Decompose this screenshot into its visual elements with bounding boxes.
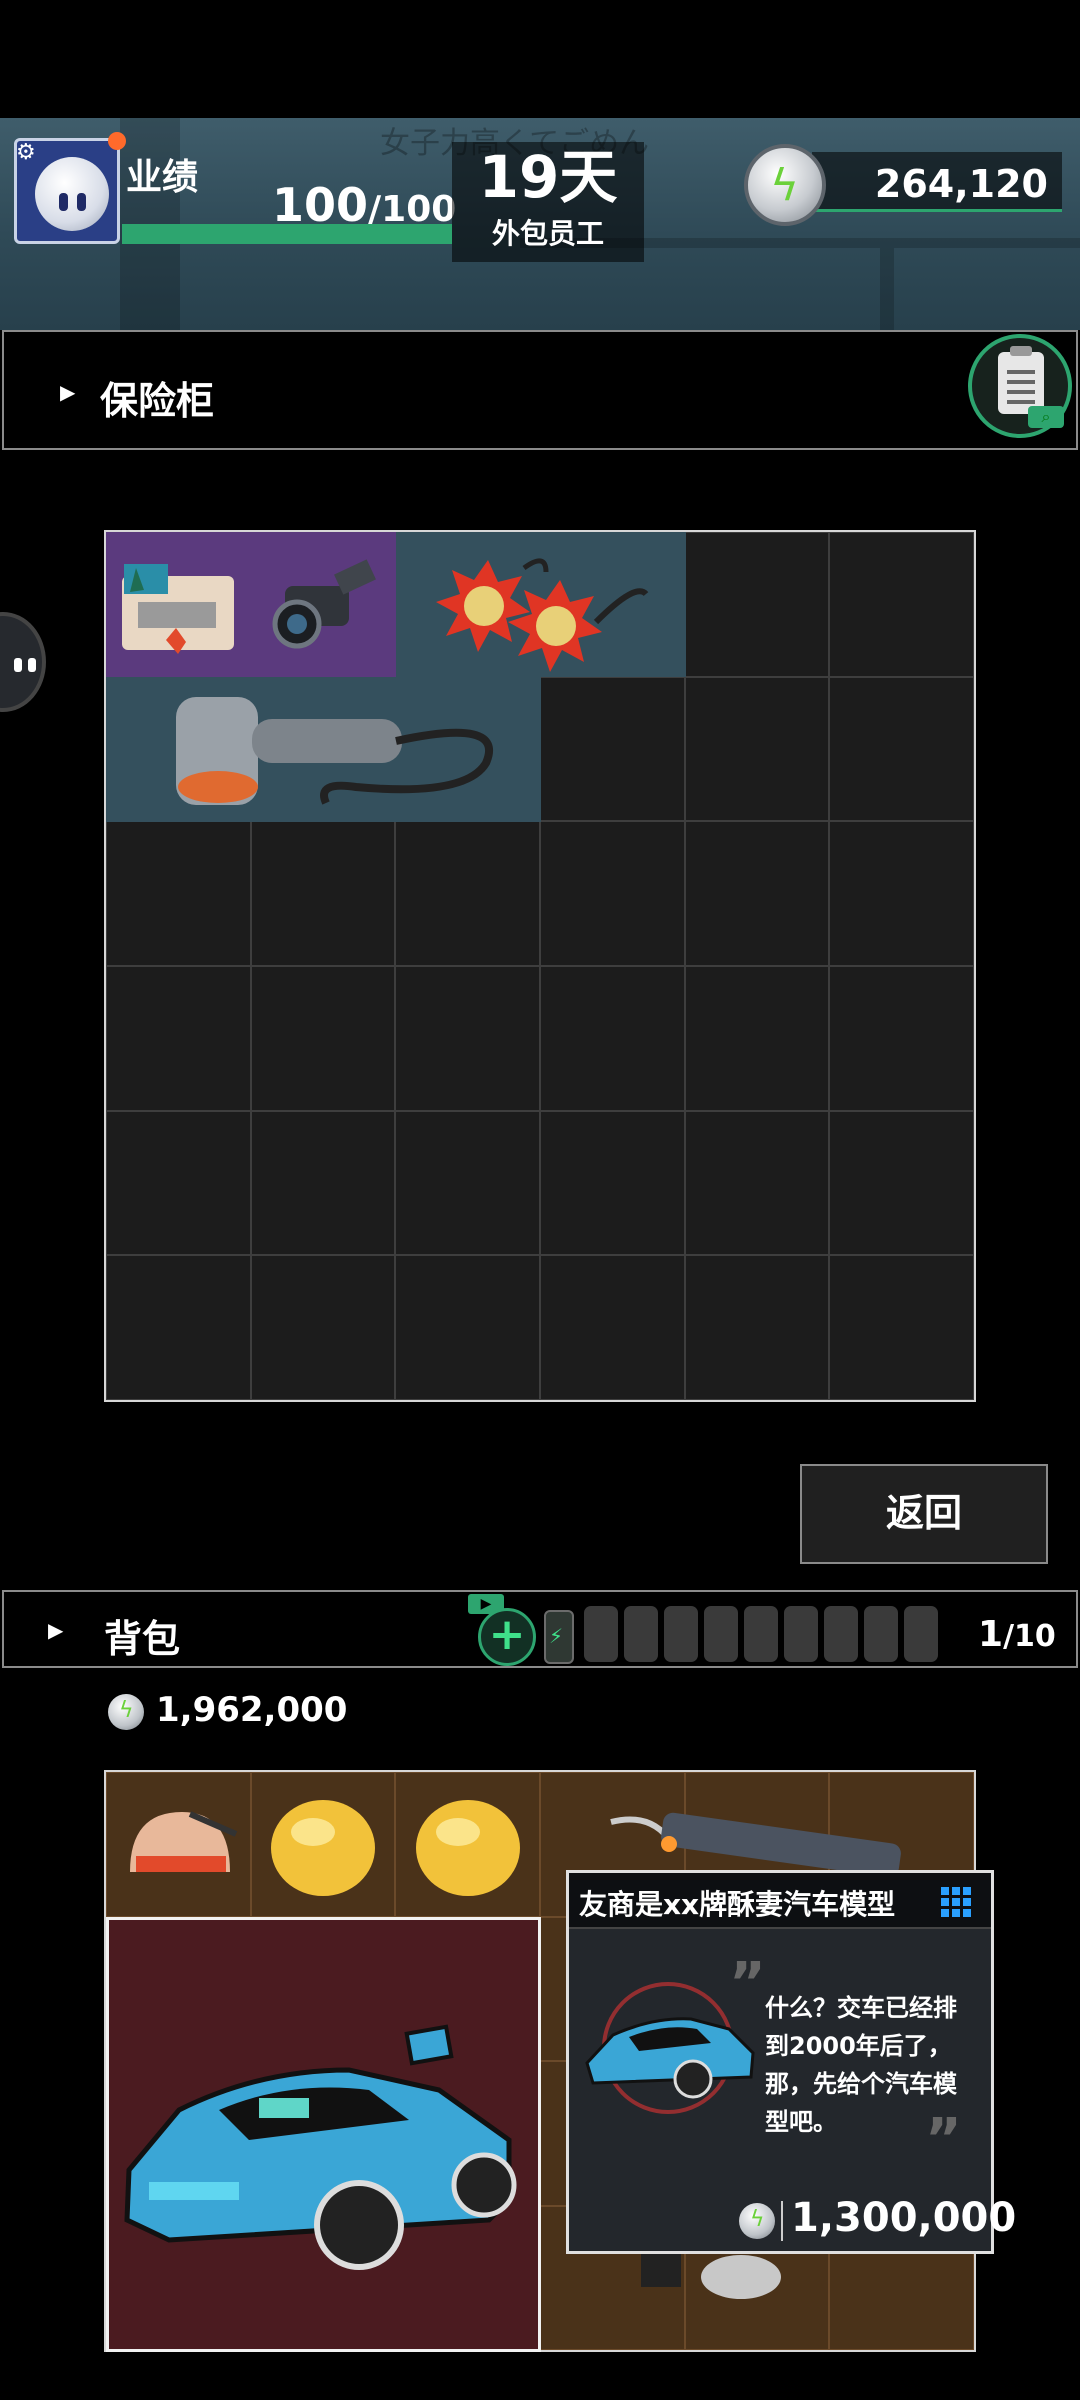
postcard-icon bbox=[122, 564, 234, 654]
item-spiked-flails[interactable] bbox=[396, 532, 686, 677]
item-golden-bun[interactable] bbox=[251, 1772, 396, 1917]
battery-slot-icon bbox=[824, 1606, 858, 1662]
grid-cell[interactable] bbox=[395, 966, 540, 1111]
item-helmet[interactable] bbox=[106, 1772, 251, 1917]
camera-scope-icon bbox=[272, 559, 376, 649]
day-count: 19天 bbox=[478, 143, 618, 211]
grid-cell[interactable] bbox=[395, 1110, 540, 1256]
item-postcard[interactable] bbox=[106, 532, 251, 677]
grid-cell[interactable] bbox=[829, 966, 974, 1111]
helmet-icon bbox=[130, 1811, 238, 1872]
grid-size-icon bbox=[941, 1887, 971, 1917]
grid-cell[interactable] bbox=[829, 1110, 974, 1256]
tooltip-price: 1,300,000 bbox=[791, 2195, 1017, 2241]
grid-cell[interactable] bbox=[250, 1110, 396, 1256]
safe-header[interactable]: ▶ 保险柜 bbox=[2, 330, 1078, 450]
notification-dot bbox=[108, 132, 126, 150]
battery-slot-icon bbox=[584, 1606, 618, 1662]
grid-cell[interactable] bbox=[829, 821, 974, 966]
car-model-icon bbox=[124, 2024, 517, 2270]
grid-cell[interactable] bbox=[684, 676, 830, 822]
grid-cell[interactable] bbox=[106, 966, 251, 1111]
backpack-title: 背包 bbox=[104, 1617, 181, 1661]
grid-cell[interactable] bbox=[540, 966, 685, 1111]
lightning-coin-icon: ϟ bbox=[739, 2203, 775, 2239]
grid-cell[interactable] bbox=[250, 1255, 396, 1400]
grid-cell[interactable] bbox=[684, 1110, 830, 1256]
quote-open-icon: ” bbox=[729, 1951, 766, 2016]
clipboard-search-button[interactable]: ⌕ bbox=[968, 334, 1072, 438]
performance-label: 业绩 bbox=[126, 157, 199, 198]
grid-cell[interactable] bbox=[106, 1110, 251, 1256]
side-drawer-tab[interactable] bbox=[0, 612, 46, 712]
tooltip-header: 友商是xx牌酥妻汽车模型 bbox=[569, 1873, 991, 1929]
grid-cell[interactable] bbox=[684, 966, 830, 1111]
grid-cell[interactable] bbox=[684, 532, 830, 677]
grid-cell[interactable] bbox=[106, 1255, 251, 1400]
grid-cell[interactable] bbox=[250, 821, 396, 966]
quote-close-icon: ” bbox=[925, 2107, 962, 2172]
hair-dryer-icon bbox=[176, 697, 494, 805]
safe-grid bbox=[104, 530, 976, 1402]
slot-count: 1/10 bbox=[978, 1614, 1056, 1655]
price-divider bbox=[781, 2201, 783, 2241]
clipboard-icon bbox=[998, 346, 1044, 414]
backpack-total-value: 1,962,000 bbox=[156, 1690, 348, 1730]
battery-slot-icon bbox=[784, 1606, 818, 1662]
battery-slot-icon bbox=[744, 1606, 778, 1662]
tooltip-title: 友商是xx牌酥妻汽车模型 bbox=[579, 1888, 896, 1921]
grid-cell[interactable] bbox=[395, 821, 540, 966]
robot-face-icon bbox=[35, 157, 109, 231]
grid-cell[interactable] bbox=[829, 532, 974, 677]
battery-slot-icon bbox=[864, 1606, 898, 1662]
item-car-model[interactable] bbox=[106, 1917, 541, 2352]
settings-icon[interactable]: ⚙ bbox=[16, 140, 36, 165]
battery-slot-icon bbox=[704, 1606, 738, 1662]
lightning-coin-icon: ϟ bbox=[744, 144, 826, 226]
battery-slot-icon bbox=[624, 1606, 658, 1662]
battery-slot-icon bbox=[664, 1606, 698, 1662]
item-golden-bun[interactable] bbox=[396, 1772, 541, 1917]
grid-cell[interactable] bbox=[540, 1255, 685, 1400]
lightning-coin-icon: ϟ bbox=[108, 1694, 144, 1730]
add-slot-button[interactable]: + bbox=[478, 1608, 536, 1666]
grid-cell[interactable] bbox=[540, 1110, 685, 1256]
spiked-flail-icon bbox=[436, 558, 649, 672]
top-status-bar: 女子力高くてごめん ⚙ 业绩 100/100 19天 外包员工 264,120 … bbox=[0, 118, 1080, 330]
battery-charged-icon bbox=[544, 1610, 574, 1664]
grid-cell[interactable] bbox=[250, 966, 396, 1111]
magnifier-icon: ⌕ bbox=[1028, 406, 1064, 428]
expand-arrow-icon: ▶ bbox=[60, 380, 76, 404]
grid-cell[interactable] bbox=[540, 821, 685, 966]
expand-arrow-icon: ▶ bbox=[48, 1618, 64, 1642]
safe-title: 保险柜 bbox=[100, 379, 215, 423]
battery-slot-icon bbox=[904, 1606, 938, 1662]
return-button[interactable]: 返回 bbox=[800, 1464, 1048, 1564]
item-hair-dryer[interactable] bbox=[106, 677, 541, 822]
day-counter: 19天 外包员工 bbox=[452, 142, 644, 262]
grid-cell[interactable] bbox=[684, 821, 830, 966]
player-role: 外包员工 bbox=[491, 217, 604, 250]
slots-used: 1 bbox=[978, 1614, 1004, 1655]
currency-value: 264,120 bbox=[874, 162, 1048, 206]
grid-cell[interactable] bbox=[395, 1255, 540, 1400]
item-camera-scope[interactable] bbox=[251, 532, 396, 677]
currency-display: 264,120 bbox=[812, 152, 1062, 212]
grid-cell[interactable] bbox=[684, 1255, 830, 1400]
golden-bun-icon bbox=[416, 1800, 520, 1896]
item-tooltip: 友商是xx牌酥妻汽车模型 ” 什么？交车已经排到2000年后了，那，先给个汽车模… bbox=[566, 1870, 1016, 2254]
grid-cell[interactable] bbox=[106, 821, 251, 966]
grid-cell[interactable] bbox=[829, 676, 974, 822]
golden-bun-icon bbox=[271, 1800, 375, 1896]
grid-cell[interactable] bbox=[829, 1255, 974, 1400]
grid-cell[interactable] bbox=[540, 676, 685, 822]
slots-max: /10 bbox=[1003, 1619, 1056, 1654]
performance-bar bbox=[122, 224, 452, 244]
performance-bar-fill bbox=[122, 224, 452, 244]
